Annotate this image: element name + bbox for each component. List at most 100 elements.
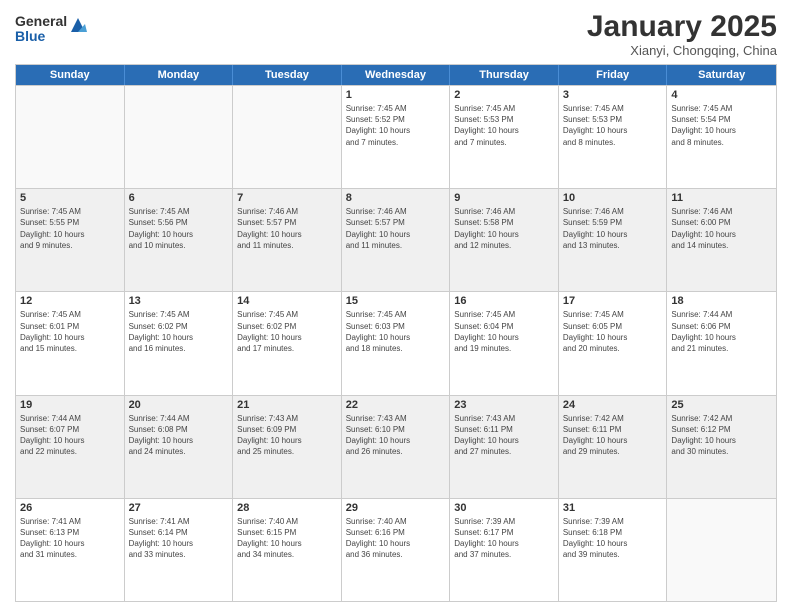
cal-cell-1-1: 6 Sunrise: 7:45 AM Sunset: 5:56 PM Daylig… [125,189,234,291]
cal-cell-3-0: 19 Sunrise: 7:44 AM Sunset: 6:07 PM Dayli… [16,396,125,498]
day-num-1-3: 8 [346,192,446,204]
day-detail-4-4: Sunrise: 7:39 AM Sunset: 6:17 PM Dayligh… [454,516,554,561]
header-tuesday: Tuesday [233,65,342,85]
day-num-1-0: 5 [20,192,120,204]
day-detail-0-6: Sunrise: 7:45 AM Sunset: 5:54 PM Dayligh… [671,103,772,148]
day-detail-4-3: Sunrise: 7:40 AM Sunset: 6:16 PM Dayligh… [346,516,446,561]
day-num-0-3: 1 [346,89,446,101]
cal-cell-4-5: 31 Sunrise: 7:39 AM Sunset: 6:18 PM Dayli… [559,499,668,601]
day-detail-3-5: Sunrise: 7:42 AM Sunset: 6:11 PM Dayligh… [563,413,663,458]
cal-cell-1-3: 8 Sunrise: 7:46 AM Sunset: 5:57 PM Daylig… [342,189,451,291]
day-num-3-0: 19 [20,399,120,411]
cal-cell-1-2: 7 Sunrise: 7:46 AM Sunset: 5:57 PM Daylig… [233,189,342,291]
month-title: January 2025 [587,10,777,43]
day-num-3-3: 22 [346,399,446,411]
cal-row-4: 26Sunrise: 7:41 AM Sunset: 6:13 PM Dayli… [16,498,776,601]
day-detail-2-5: Sunrise: 7:45 AM Sunset: 6:05 PM Dayligh… [563,309,663,354]
day-detail-1-5: Sunrise: 7:46 AM Sunset: 5:59 PM Dayligh… [563,206,663,251]
day-detail-2-6: Sunrise: 7:44 AM Sunset: 6:06 PM Dayligh… [671,309,772,354]
day-num-2-1: 13 [129,295,229,307]
cal-cell-2-2: 14Sunrise: 7:45 AM Sunset: 6:02 PM Dayli… [233,292,342,394]
day-num-1-6: 11 [671,192,772,204]
day-detail-3-0: Sunrise: 7:44 AM Sunset: 6:07 PM Dayligh… [20,413,120,458]
day-num-1-2: 7 [237,192,337,204]
cal-cell-0-0 [16,86,125,188]
day-num-1-5: 10 [563,192,663,204]
cal-cell-1-4: 9 Sunrise: 7:46 AM Sunset: 5:58 PM Daylig… [450,189,559,291]
day-num-2-4: 16 [454,295,554,307]
day-detail-0-3: Sunrise: 7:45 AM Sunset: 5:52 PM Dayligh… [346,103,446,148]
header-saturday: Saturday [667,65,776,85]
day-detail-4-1: Sunrise: 7:41 AM Sunset: 6:14 PM Dayligh… [129,516,229,561]
day-num-2-6: 18 [671,295,772,307]
cal-cell-3-5: 24 Sunrise: 7:42 AM Sunset: 6:11 PM Dayli… [559,396,668,498]
logo-icon [69,16,87,34]
logo-blue: Blue [15,29,67,44]
cal-cell-3-3: 22Sunrise: 7:43 AM Sunset: 6:10 PM Dayli… [342,396,451,498]
logo-general: General [15,14,67,29]
day-num-3-6: 25 [671,399,772,411]
cal-cell-2-4: 16Sunrise: 7:45 AM Sunset: 6:04 PM Dayli… [450,292,559,394]
day-detail-1-3: Sunrise: 7:46 AM Sunset: 5:57 PM Dayligh… [346,206,446,251]
day-num-0-6: 4 [671,89,772,101]
day-detail-0-5: Sunrise: 7:45 AM Sunset: 5:53 PM Dayligh… [563,103,663,148]
day-num-0-5: 3 [563,89,663,101]
cal-cell-3-4: 23 Sunrise: 7:43 AM Sunset: 6:11 PM Dayli… [450,396,559,498]
day-num-4-5: 31 [563,502,663,514]
cal-cell-0-1 [125,86,234,188]
header-wednesday: Wednesday [342,65,451,85]
day-num-4-2: 28 [237,502,337,514]
day-num-0-4: 2 [454,89,554,101]
day-num-4-3: 29 [346,502,446,514]
cal-cell-3-1: 20Sunrise: 7:44 AM Sunset: 6:08 PM Dayli… [125,396,234,498]
day-detail-1-1: Sunrise: 7:45 AM Sunset: 5:56 PM Dayligh… [129,206,229,251]
day-num-3-1: 20 [129,399,229,411]
cal-row-2: 12Sunrise: 7:45 AM Sunset: 6:01 PM Dayli… [16,291,776,394]
cal-cell-4-2: 28 Sunrise: 7:40 AM Sunset: 6:15 PM Dayli… [233,499,342,601]
day-num-3-5: 24 [563,399,663,411]
day-detail-1-0: Sunrise: 7:45 AM Sunset: 5:55 PM Dayligh… [20,206,120,251]
cal-cell-1-6: 11 Sunrise: 7:46 AM Sunset: 6:00 PM Dayli… [667,189,776,291]
day-detail-1-4: Sunrise: 7:46 AM Sunset: 5:58 PM Dayligh… [454,206,554,251]
cal-cell-2-0: 12Sunrise: 7:45 AM Sunset: 6:01 PM Dayli… [16,292,125,394]
cal-cell-2-5: 17Sunrise: 7:45 AM Sunset: 6:05 PM Dayli… [559,292,668,394]
day-detail-3-4: Sunrise: 7:43 AM Sunset: 6:11 PM Dayligh… [454,413,554,458]
day-num-1-1: 6 [129,192,229,204]
header: General Blue January 2025 Xianyi, Chongq… [15,10,777,58]
header-thursday: Thursday [450,65,559,85]
title-block: January 2025 Xianyi, Chongqing, China [587,10,777,58]
cal-cell-4-6 [667,499,776,601]
day-num-4-1: 27 [129,502,229,514]
cal-cell-0-6: 4 Sunrise: 7:45 AM Sunset: 5:54 PM Daylig… [667,86,776,188]
day-num-2-3: 15 [346,295,446,307]
calendar: Sunday Monday Tuesday Wednesday Thursday… [15,64,777,602]
cal-cell-1-0: 5 Sunrise: 7:45 AM Sunset: 5:55 PM Daylig… [16,189,125,291]
day-detail-3-2: Sunrise: 7:43 AM Sunset: 6:09 PM Dayligh… [237,413,337,458]
cal-cell-4-4: 30 Sunrise: 7:39 AM Sunset: 6:17 PM Dayli… [450,499,559,601]
day-detail-1-2: Sunrise: 7:46 AM Sunset: 5:57 PM Dayligh… [237,206,337,251]
cal-row-0: 1 Sunrise: 7:45 AM Sunset: 5:52 PM Daylig… [16,85,776,188]
day-detail-4-2: Sunrise: 7:40 AM Sunset: 6:15 PM Dayligh… [237,516,337,561]
calendar-body: 1 Sunrise: 7:45 AM Sunset: 5:52 PM Daylig… [16,85,776,601]
day-num-4-4: 30 [454,502,554,514]
cal-row-1: 5 Sunrise: 7:45 AM Sunset: 5:55 PM Daylig… [16,188,776,291]
day-detail-4-5: Sunrise: 7:39 AM Sunset: 6:18 PM Dayligh… [563,516,663,561]
page: General Blue January 2025 Xianyi, Chongq… [0,0,792,612]
day-num-4-0: 26 [20,502,120,514]
day-num-1-4: 9 [454,192,554,204]
cal-cell-2-6: 18 Sunrise: 7:44 AM Sunset: 6:06 PM Dayli… [667,292,776,394]
day-num-3-2: 21 [237,399,337,411]
header-friday: Friday [559,65,668,85]
cal-row-3: 19 Sunrise: 7:44 AM Sunset: 6:07 PM Dayli… [16,395,776,498]
calendar-header: Sunday Monday Tuesday Wednesday Thursday… [16,65,776,85]
cal-cell-4-3: 29 Sunrise: 7:40 AM Sunset: 6:16 PM Dayli… [342,499,451,601]
cal-cell-1-5: 10 Sunrise: 7:46 AM Sunset: 5:59 PM Dayli… [559,189,668,291]
cal-cell-2-3: 15Sunrise: 7:45 AM Sunset: 6:03 PM Dayli… [342,292,451,394]
cal-cell-0-4: 2Sunrise: 7:45 AM Sunset: 5:53 PM Daylig… [450,86,559,188]
day-detail-2-0: Sunrise: 7:45 AM Sunset: 6:01 PM Dayligh… [20,309,120,354]
day-num-2-2: 14 [237,295,337,307]
cal-cell-2-1: 13Sunrise: 7:45 AM Sunset: 6:02 PM Dayli… [125,292,234,394]
day-num-3-4: 23 [454,399,554,411]
cal-cell-0-5: 3 Sunrise: 7:45 AM Sunset: 5:53 PM Daylig… [559,86,668,188]
day-detail-1-6: Sunrise: 7:46 AM Sunset: 6:00 PM Dayligh… [671,206,772,251]
